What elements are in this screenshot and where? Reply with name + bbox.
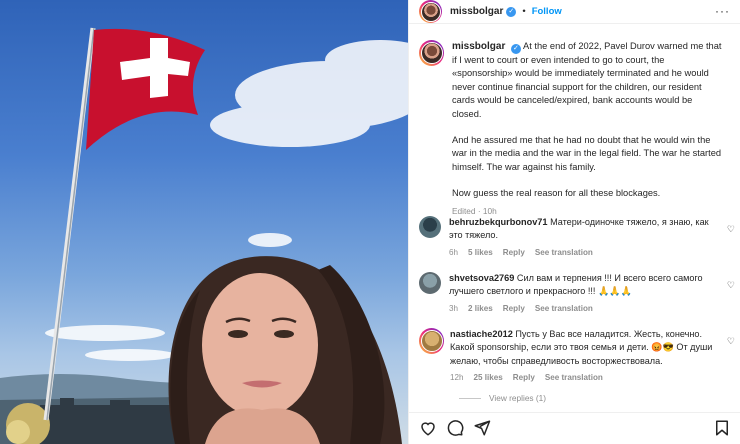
header-username[interactable]: missbolgar — [450, 6, 503, 17]
comment-body: behruzbekqurbonov71 Матери-одиночке тяже… — [449, 216, 719, 259]
comment-item: nastiache2012 Пусть у Вас все наладится.… — [419, 328, 739, 384]
caption: missbolgar ✓ At the end of 2022, Pavel D… — [419, 40, 731, 218]
comment-username[interactable]: shvetsova2769 — [449, 273, 514, 283]
comment-item: behruzbekqurbonov71 Матери-одиночке тяже… — [419, 216, 739, 259]
see-translation-link[interactable]: See translation — [545, 371, 603, 384]
comment-meta: 6h 5 likes Reply See translation — [449, 246, 719, 259]
avatar[interactable] — [419, 216, 441, 238]
reply-button[interactable]: Reply — [503, 302, 525, 315]
reply-button[interactable]: Reply — [503, 246, 525, 259]
separator-dot: • — [522, 6, 526, 17]
comment-time: 12h — [450, 372, 464, 382]
comment-body: nastiache2012 Пусть у Вас все наладится.… — [450, 328, 720, 384]
verified-icon: ✓ — [510, 44, 521, 54]
avatar — [420, 329, 443, 352]
comment-icon[interactable] — [446, 419, 464, 437]
view-replies-label: View replies (1) — [489, 393, 547, 403]
avatar — [420, 41, 443, 64]
bookmark-icon[interactable] — [713, 419, 731, 437]
header-avatar-ring[interactable] — [419, 0, 442, 23]
heart-icon[interactable]: ♡ — [727, 224, 735, 235]
caption-avatar-ring[interactable] — [419, 40, 444, 66]
caption-paragraph: And he assured me that he had no doubt t… — [452, 135, 722, 172]
comment-body: shvetsova2769 Сил вам и терпения !!! И в… — [449, 272, 719, 315]
caption-text: At the end of 2022, Pavel Durov warned m… — [452, 41, 722, 119]
comment-avatar-ring[interactable] — [419, 328, 444, 354]
caption-paragraph: missbolgar ✓ At the end of 2022, Pavel D… — [452, 40, 724, 121]
reply-button[interactable]: Reply — [513, 371, 535, 384]
comment-username[interactable]: nastiache2012 — [450, 329, 513, 339]
more-icon[interactable]: ··· — [715, 4, 730, 18]
avatar[interactable] — [419, 272, 441, 294]
comment-likes[interactable]: 2 likes — [468, 302, 493, 315]
caption-username[interactable]: missbolgar — [452, 41, 505, 52]
comment-meta: 12h 25 likes Reply See translation — [450, 371, 720, 384]
comment-time: 3h — [449, 303, 459, 313]
comment-username[interactable]: behruzbekqurbonov71 — [449, 217, 548, 227]
see-translation-link[interactable]: See translation — [535, 246, 593, 259]
see-translation-link[interactable]: See translation — [535, 302, 593, 315]
comment-likes[interactable]: 25 likes — [474, 371, 503, 384]
post-side-panel: missbolgar ✓ • Follow ··· missbolgar ✓ A… — [408, 0, 740, 444]
post-header: missbolgar ✓ • Follow ··· — [409, 0, 740, 24]
verified-icon: ✓ — [506, 6, 517, 17]
comment-likes[interactable]: 5 likes — [468, 246, 493, 259]
post-photo — [0, 0, 408, 444]
comment-time: 6h — [449, 247, 459, 257]
caption-body: missbolgar ✓ At the end of 2022, Pavel D… — [452, 40, 724, 218]
heart-icon[interactable] — [419, 419, 437, 437]
heart-icon[interactable]: ♡ — [727, 336, 735, 347]
avatar — [420, 1, 441, 22]
view-replies-link[interactable]: View replies (1) — [459, 393, 546, 403]
replies-divider — [459, 397, 481, 399]
share-icon[interactable] — [473, 419, 491, 437]
comment-meta: 3h 2 likes Reply See translation — [449, 302, 719, 315]
heart-icon[interactable]: ♡ — [727, 280, 735, 291]
caption-paragraph: Now guess the real reason for all these … — [452, 188, 661, 199]
photo-scene — [0, 27, 408, 444]
comment-item: shvetsova2769 Сил вам и терпения !!! И в… — [419, 272, 739, 315]
follow-button[interactable]: Follow — [532, 6, 562, 17]
action-bar — [409, 412, 740, 444]
